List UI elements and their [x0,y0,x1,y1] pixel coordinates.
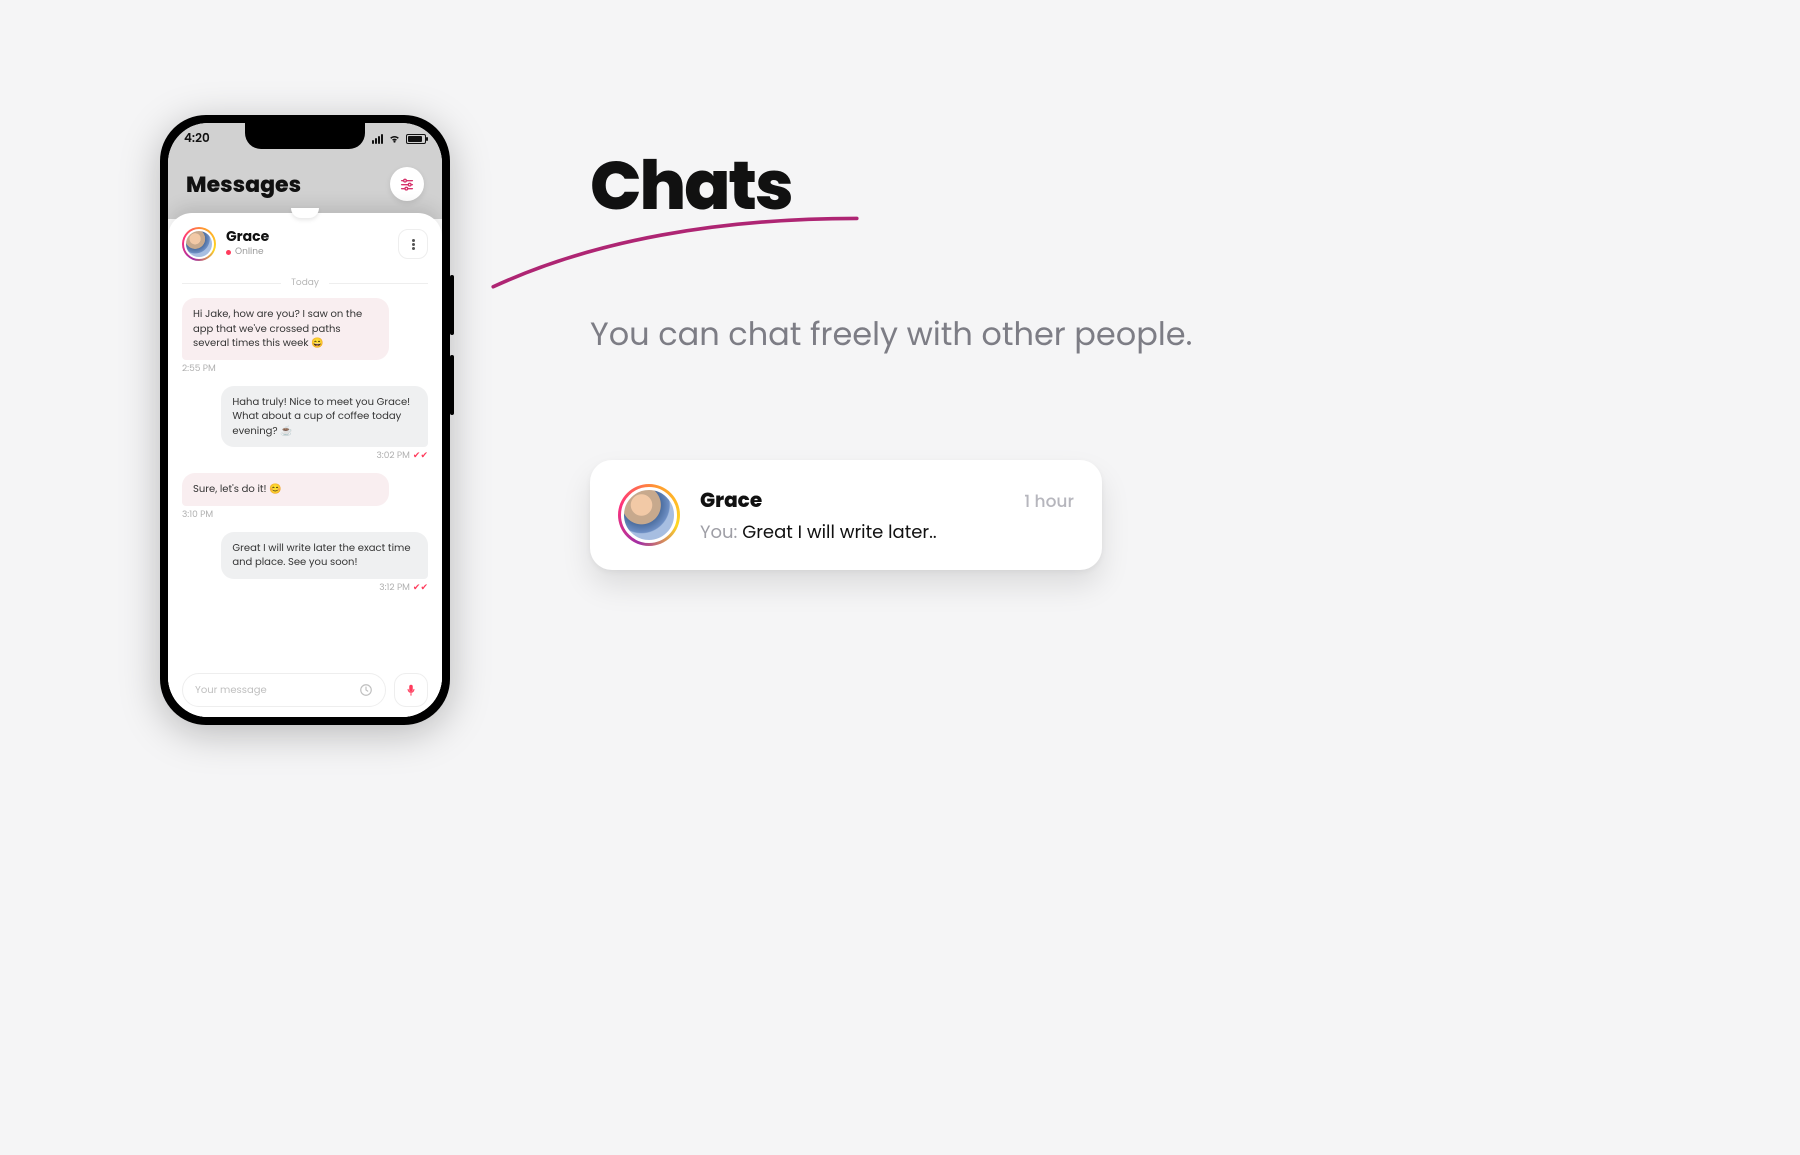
avatar [184,229,214,259]
mic-button[interactable] [394,673,428,707]
message-composer: Your message [182,673,428,707]
signal-icon [372,134,383,144]
chat-bubble-incoming: Hi Jake, how are you? I saw on the app t… [182,298,389,360]
headline: Chats [590,135,1290,237]
message-input[interactable]: Your message [182,673,386,707]
chat-bubble-incoming: Sure, let's do it! 😊 [182,473,389,506]
day-separator: Today [182,277,428,290]
messages-header: Messages [168,155,442,213]
timer-icon [359,683,373,697]
chat-user[interactable]: Grace Online [182,227,269,261]
day-separator-label: Today [291,277,319,290]
message-timestamp: 2:55 PM [182,363,428,376]
chat-bubble-outgoing: Haha truly! Nice to meet you Grace! What… [221,386,428,448]
message-timestamp: 3:02 PM✔✔ [182,450,428,463]
avatar [621,487,677,543]
battery-icon [406,134,426,144]
more-button[interactable] [398,229,428,259]
read-ticks-icon: ✔✔ [413,582,428,594]
sheet-grabber[interactable] [291,208,319,218]
marketing-copy: Chats You can chat freely with other peo… [590,135,1290,360]
message-input-placeholder: Your message [195,682,267,698]
online-dot-icon [226,250,231,255]
chat-thread[interactable]: Hi Jake, how are you? I saw on the app t… [182,298,428,667]
phone-side-button [450,275,454,335]
phone-screen: 4:20 Messages [168,123,442,717]
avatar-ring [182,227,216,261]
chat-preview-message: You: Great I will write later.. [700,519,1074,546]
description: You can chat freely with other people. [590,309,1290,360]
status-time: 4:20 [184,130,210,148]
read-ticks-icon: ✔✔ [413,450,428,462]
more-vertical-icon [412,238,415,251]
microphone-icon [404,683,418,697]
phone-side-button [450,355,454,415]
chat-preview-body: Grace 1 hour You: Great I will write lat… [700,485,1074,546]
message-timestamp: 3:10 PM [182,509,428,522]
chat-user-status: Online [226,246,269,259]
phone-notch [245,123,365,149]
stage: 4:20 Messages [0,0,1800,1155]
filter-button[interactable] [390,167,424,201]
chat-user-name: Grace [226,229,269,243]
chat-header: Grace Online [182,227,428,261]
chat-preview-time: 1 hour [1024,488,1074,514]
chat-preview-text: Great I will write later.. [742,520,937,545]
status-indicators [372,134,426,144]
chat-sheet: Grace Online Today [168,213,442,717]
phone-frame: 4:20 Messages [160,115,450,725]
avatar-ring [618,484,680,546]
chat-bubble-outgoing: Great I will write later the exact time … [221,532,428,579]
chat-preview-you-prefix: You: [700,520,742,545]
chat-preview-card[interactable]: Grace 1 hour You: Great I will write lat… [590,460,1102,570]
chat-user-status-text: Online [235,246,264,259]
messages-title: Messages [186,168,301,201]
sliders-icon [399,176,415,192]
wifi-icon [388,134,401,144]
chat-preview-name: Grace [700,485,762,515]
message-timestamp: 3:12 PM✔✔ [182,582,428,595]
